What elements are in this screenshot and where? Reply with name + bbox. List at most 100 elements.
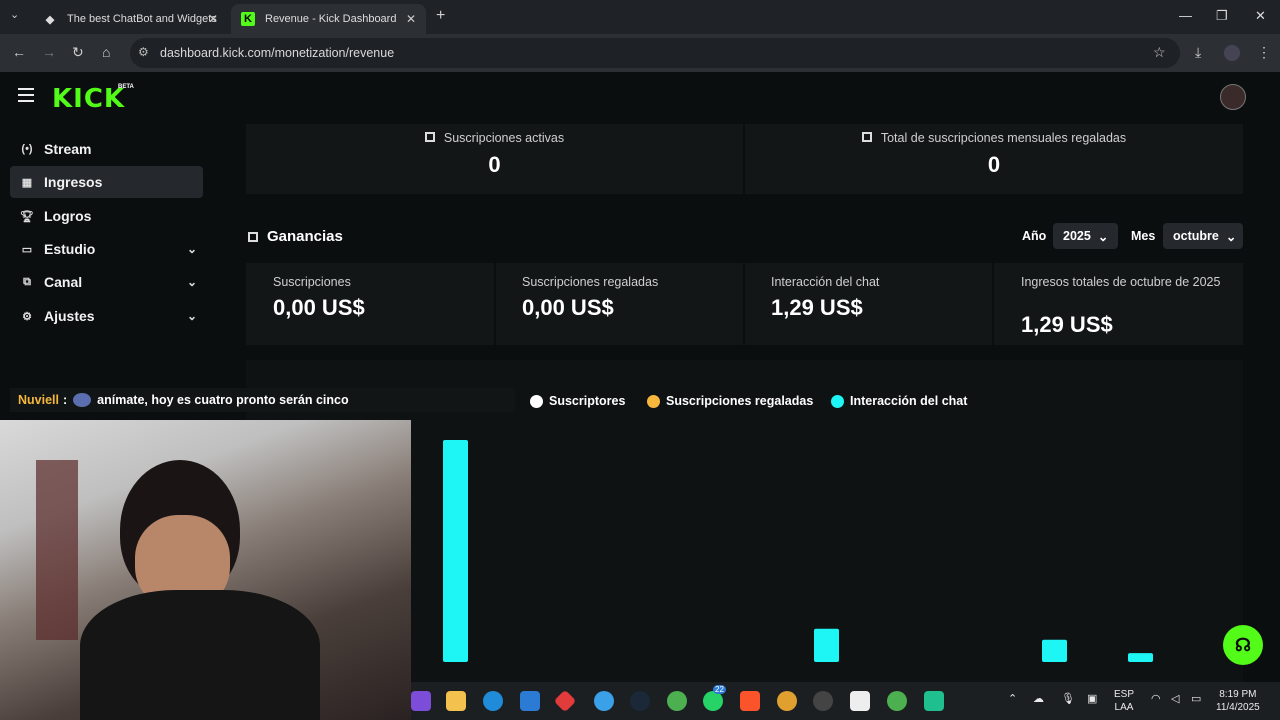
earnings-card-subs: Suscripciones 0,00 US$ <box>246 263 494 345</box>
app-red-icon[interactable] <box>553 689 577 713</box>
language-indicator[interactable]: ESP LAA <box>1114 688 1134 714</box>
whatsapp-icon[interactable]: 22 <box>703 685 726 711</box>
legend-item-subscribers[interactable]: Suscriptores <box>530 394 625 408</box>
chart-bar[interactable] <box>1042 639 1067 662</box>
clock[interactable]: 8:19 PM 11/4/2025 <box>1216 688 1260 714</box>
sidebar-item-canal[interactable]: ⧉ Canal ⌄ <box>10 266 203 298</box>
legend-item-chat[interactable]: Interacción del chat <box>831 394 967 408</box>
chat-username: Nuviell <box>18 393 59 407</box>
app-green-icon[interactable] <box>924 691 944 711</box>
steam-icon[interactable] <box>630 691 650 711</box>
chevron-down-icon: ⌄ <box>1097 229 1109 244</box>
chart-bar[interactable] <box>443 440 468 662</box>
obs-icon[interactable] <box>813 691 833 711</box>
earnings-label: Interacción del chat <box>771 275 880 289</box>
studio-icon: ▭ <box>21 243 33 256</box>
chatbot-favicon-icon: ◆ <box>45 13 55 26</box>
chrome-profile-icon[interactable] <box>777 691 797 711</box>
month-label: Mes <box>1131 229 1156 243</box>
legend-item-gifted[interactable]: Suscripciones regaladas <box>647 394 813 408</box>
home-icon[interactable]: ⌂ <box>102 44 110 60</box>
browser-tab-revenue[interactable]: K Revenue - Kick Dashboard ✕ <box>231 4 426 34</box>
close-tab-icon[interactable]: ✕ <box>406 12 416 26</box>
stat-value: 0 <box>488 152 501 177</box>
brave-icon[interactable] <box>740 691 760 711</box>
sidebar-item-label: Stream <box>44 141 92 157</box>
sidebar-item-estudio[interactable]: ▭ Estudio ⌄ <box>10 233 203 265</box>
language-text: ESP <box>1114 689 1135 700</box>
profile-icon[interactable] <box>1224 45 1240 61</box>
maximize-icon[interactable]: ❐ <box>1216 8 1228 24</box>
broadcast-icon: (•) <box>21 143 33 155</box>
stat-label: Suscripciones activas <box>443 131 565 145</box>
copilot-icon[interactable] <box>411 691 431 711</box>
section-title-text: Ganancias <box>267 228 343 245</box>
chevron-down-icon: ⌄ <box>186 309 197 323</box>
tab-title: The best ChatBot and Widgets <box>67 13 217 25</box>
url-field[interactable]: ⚙ dashboard.kick.com/monetization/revenu… <box>130 38 1180 68</box>
year-label: Año <box>1022 229 1047 243</box>
tray-chevron-icon[interactable]: ⌃ <box>1008 693 1017 706</box>
kick-favicon-icon: K <box>241 12 255 26</box>
chrome-icon[interactable] <box>667 691 687 711</box>
bookmark-star-icon[interactable]: ☆ <box>1153 44 1166 61</box>
file-explorer-icon[interactable] <box>446 691 466 711</box>
year-select[interactable]: 2025 ⌄ <box>1053 223 1118 249</box>
new-tab-icon[interactable]: + <box>436 7 445 25</box>
sidebar-item-label: Ajustes <box>44 308 95 324</box>
volume-icon[interactable]: ◁ <box>1171 693 1179 706</box>
chat-overlay: Nuviell : anímate, hoy es cuatro pronto … <box>10 388 515 412</box>
date-text: 11/4/2025 <box>1216 702 1260 713</box>
support-chat-button[interactable]: ☊ <box>1223 625 1263 665</box>
chart-icon <box>861 132 872 142</box>
sidebar-item-label: Estudio <box>44 241 96 257</box>
chrome-active-icon[interactable] <box>887 691 907 711</box>
close-window-icon[interactable]: ✕ <box>1255 8 1266 24</box>
whatsapp-badge: 22 <box>713 685 726 694</box>
close-tab-icon[interactable]: ✕ <box>208 12 218 26</box>
browser-tab-chatbot[interactable]: ◆ The best ChatBot and Widgets ✕ <box>33 4 228 34</box>
minimize-icon[interactable]: — <box>1179 8 1192 23</box>
browser-tab-bar: ⌄ ◆ The best ChatBot and Widgets ✕ K Rev… <box>0 0 1280 34</box>
legend-label: Suscriptores <box>549 394 626 408</box>
back-icon[interactable]: ← <box>12 44 26 60</box>
tab-search-icon[interactable]: ⌄ <box>10 8 19 21</box>
channel-icon: ⧉ <box>23 275 31 288</box>
url-text: dashboard.kick.com/monetization/revenue <box>160 46 395 60</box>
cloud-icon[interactable]: ☁ <box>1033 693 1044 706</box>
sidebar-item-logros[interactable]: 🏆︎ Logros <box>10 200 203 232</box>
menu-kebab-icon[interactable]: ⋮ <box>1257 44 1271 61</box>
chart-icon <box>248 231 258 242</box>
os-taskbar: 22 ⌃ ☁ 🎙︎ ▣ ESP LAA ◠ ◁ ▭ 8:19 PM 11/4/2… <box>411 682 1280 720</box>
capcut-icon[interactable] <box>850 691 870 711</box>
avatar[interactable] <box>1220 84 1246 110</box>
reload-icon[interactable]: ↻ <box>72 44 84 61</box>
chevron-down-icon: ⌄ <box>186 275 197 289</box>
earnings-card-gifted: Suscripciones regaladas 0,00 US$ <box>496 263 743 345</box>
sidebar-item-ajustes[interactable]: ⚙ Ajustes ⌄ <box>10 300 203 332</box>
kick-logo[interactable]: KICK <box>52 84 125 114</box>
month-select[interactable]: octubre ⌄ <box>1163 223 1243 249</box>
chart-bar[interactable] <box>1128 653 1153 662</box>
person-shirt <box>80 590 320 720</box>
app-blue-icon[interactable] <box>594 691 614 711</box>
download-icon[interactable]: ⤓ <box>1195 44 1201 61</box>
chart-bar[interactable] <box>814 628 839 662</box>
legend-dot <box>647 394 660 408</box>
sidebar-item-stream[interactable]: (•) Stream <box>10 133 203 165</box>
sidebar-item-label: Ingresos <box>44 174 103 190</box>
battery-icon[interactable]: ▭ <box>1191 693 1201 706</box>
sidebar-item-ingresos[interactable]: ▦ Ingresos <box>10 166 203 198</box>
site-info-icon[interactable]: ⚙ <box>138 45 149 59</box>
wifi-icon[interactable]: ◠ <box>1151 693 1161 706</box>
hamburger-menu-icon[interactable] <box>18 88 34 102</box>
store-icon[interactable] <box>520 691 540 711</box>
forward-icon[interactable]: → <box>42 44 56 60</box>
earnings-label: Ingresos totales de octubre de 2025 <box>1021 275 1221 289</box>
layout-text: LAA <box>1114 702 1134 713</box>
edge-icon[interactable] <box>483 691 503 711</box>
display-icon[interactable]: ▣ <box>1087 693 1097 706</box>
legend-dot <box>831 394 844 408</box>
mic-icon[interactable]: 🎙︎ <box>1061 693 1075 706</box>
year-value: 2025 <box>1063 229 1091 243</box>
